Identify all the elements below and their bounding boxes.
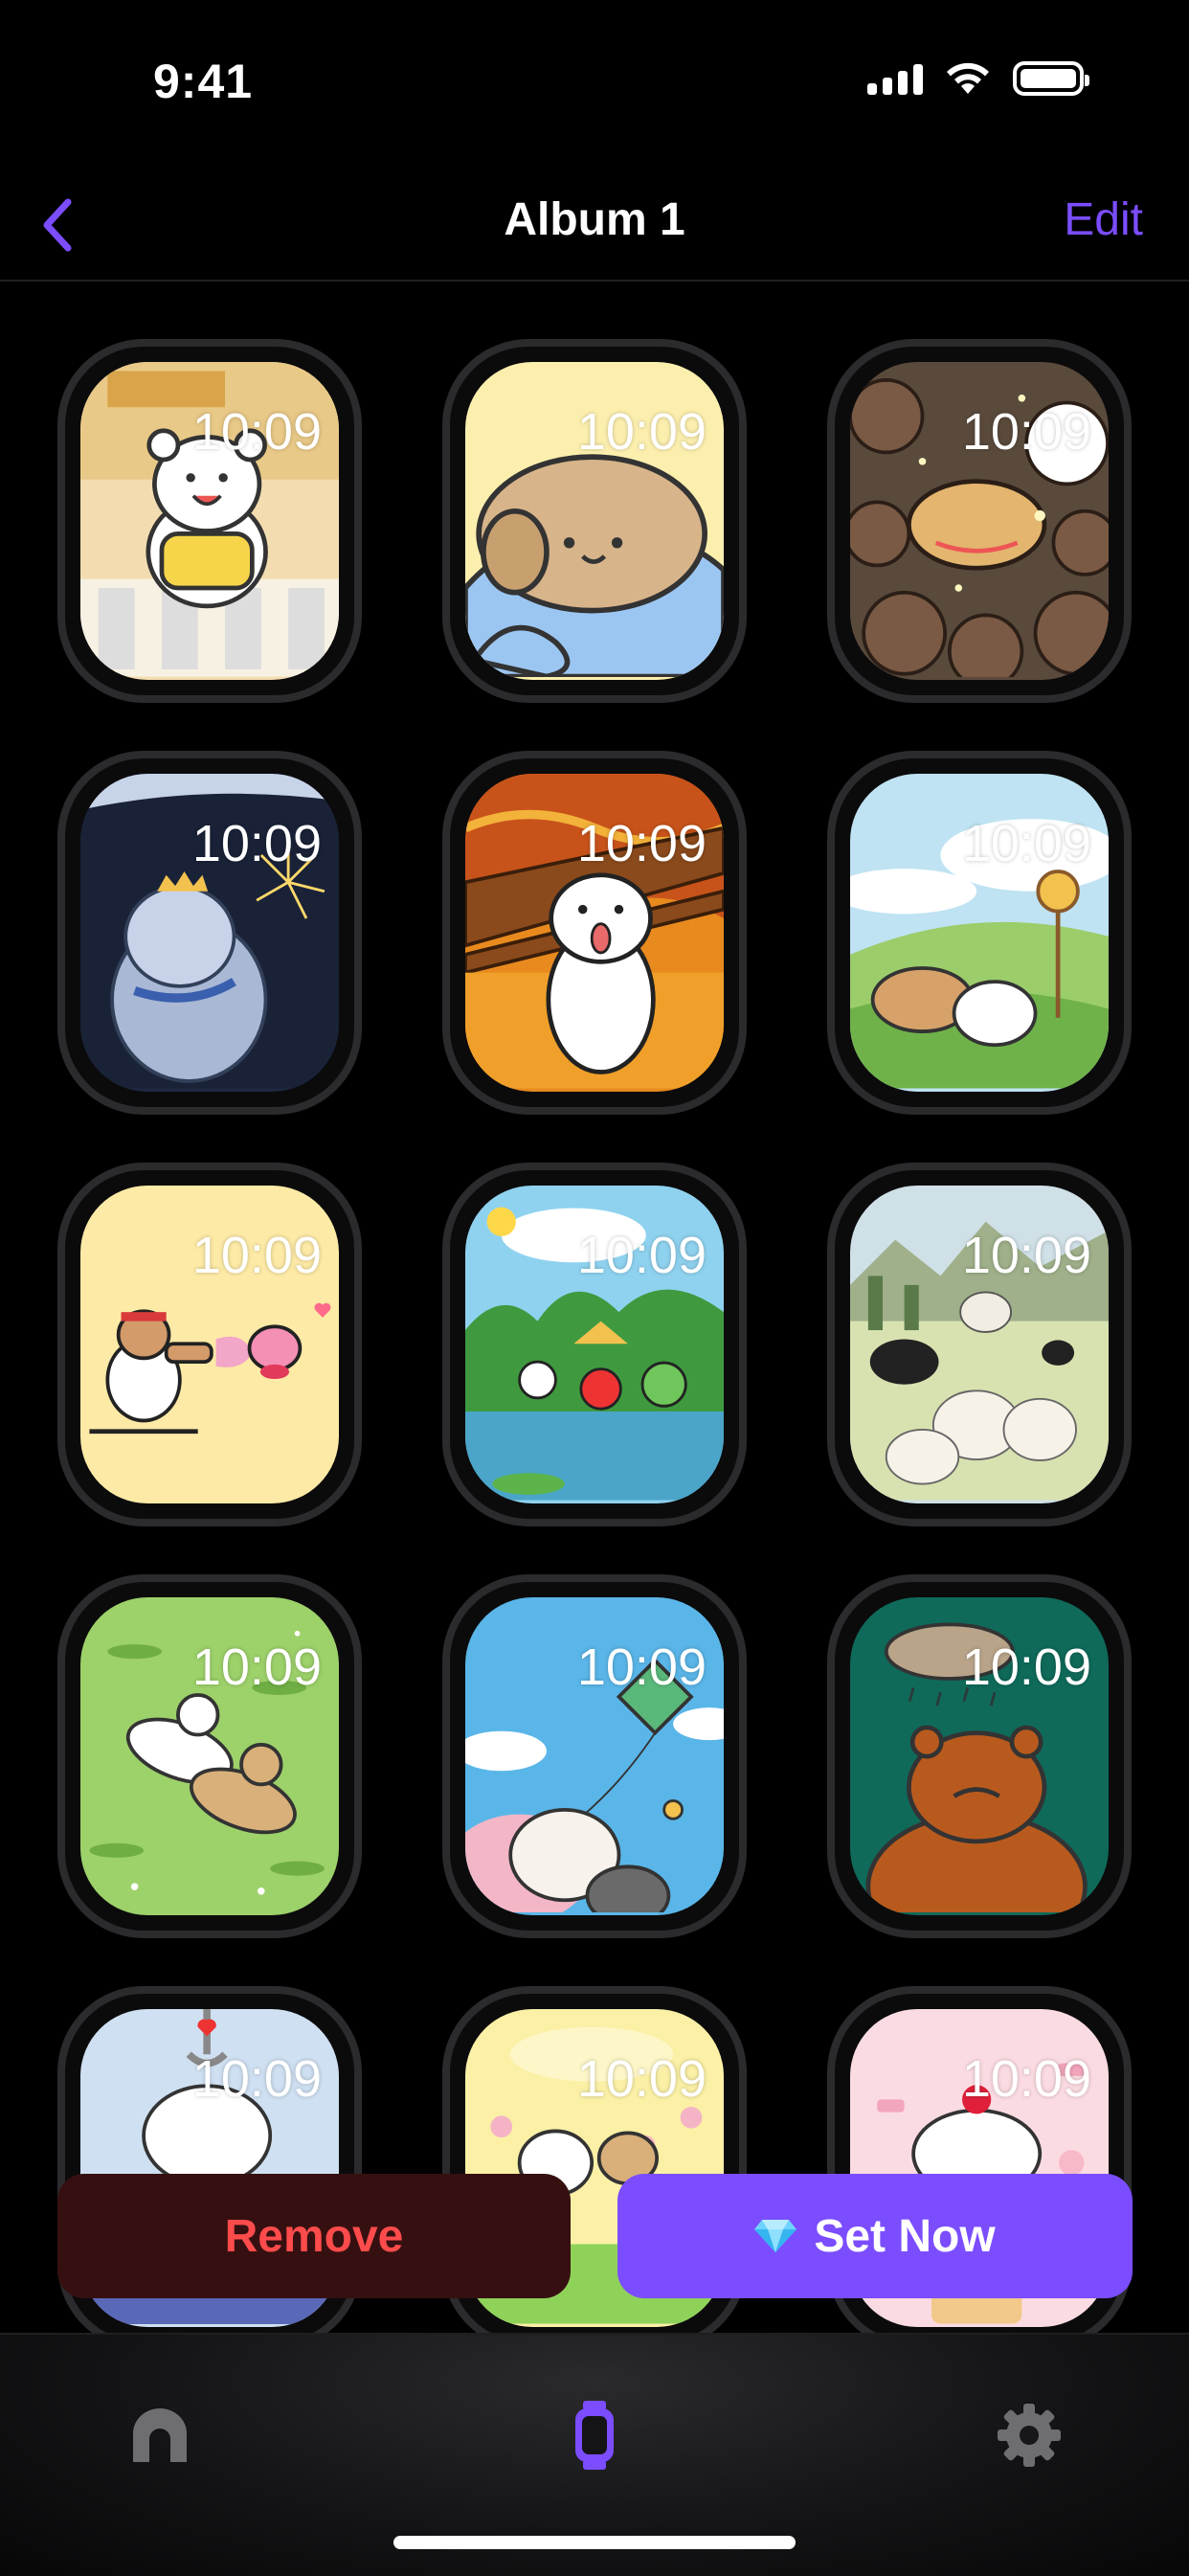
watch-time-label: 10:09 bbox=[191, 1227, 322, 1284]
watch-time-label: 10:09 bbox=[961, 403, 1091, 461]
watch-time-label: 10:09 bbox=[576, 403, 707, 461]
tab-settings[interactable] bbox=[986, 2392, 1072, 2478]
watch-time-label: 10:09 bbox=[191, 815, 322, 872]
watch-face-card[interactable]: 10:09 bbox=[442, 339, 747, 703]
watch-face-card[interactable]: 10:09 bbox=[827, 1163, 1132, 1526]
status-bar: 9:41 bbox=[0, 0, 1189, 163]
watch-face-card[interactable]: 10:09 bbox=[57, 751, 362, 1115]
tab-watch[interactable] bbox=[551, 2392, 638, 2478]
watch-face-preview: 10:09 bbox=[80, 774, 339, 1092]
watch-face-card[interactable]: 10:09 bbox=[442, 1574, 747, 1938]
watch-face-preview: 10:09 bbox=[465, 1597, 724, 1915]
watch-face-preview: 10:09 bbox=[850, 362, 1109, 680]
page-title: Album 1 bbox=[504, 194, 685, 245]
watch-time-label: 10:09 bbox=[961, 2050, 1091, 2108]
status-icons bbox=[867, 61, 1089, 96]
watch-face-preview: 10:09 bbox=[850, 1186, 1109, 1503]
set-now-button[interactable]: Set Now bbox=[617, 2174, 1133, 2298]
status-time: 9:41 bbox=[153, 55, 254, 108]
watch-time-label: 10:09 bbox=[576, 1638, 707, 1696]
remove-button[interactable]: Remove bbox=[57, 2174, 571, 2298]
battery-icon bbox=[1013, 61, 1089, 96]
watch-face-card[interactable]: 10:09 bbox=[442, 751, 747, 1115]
nav-divider bbox=[0, 280, 1189, 282]
home-icon bbox=[133, 2408, 187, 2462]
watch-face-card[interactable]: 10:09 bbox=[827, 339, 1132, 703]
diamond-icon bbox=[754, 2220, 797, 2252]
watch-time-label: 10:09 bbox=[961, 1227, 1091, 1284]
set-now-label: Set Now bbox=[814, 2210, 996, 2262]
watch-time-label: 10:09 bbox=[191, 403, 322, 461]
edit-button[interactable]: Edit bbox=[1064, 193, 1143, 246]
watch-face-preview: 10:09 bbox=[80, 362, 339, 680]
watch-time-label: 10:09 bbox=[191, 1638, 322, 1696]
watch-face-preview: 10:09 bbox=[465, 362, 724, 680]
watch-face-preview: 10:09 bbox=[465, 1186, 724, 1503]
watch-time-label: 10:09 bbox=[961, 815, 1091, 872]
nav-bar: Album 1 Edit bbox=[0, 172, 1189, 278]
watch-time-label: 10:09 bbox=[191, 2050, 322, 2108]
gear-icon bbox=[998, 2404, 1061, 2467]
watch-time-label: 10:09 bbox=[576, 1227, 707, 1284]
watch-face-card[interactable]: 10:09 bbox=[442, 1163, 747, 1526]
watch-time-label: 10:09 bbox=[576, 815, 707, 872]
home-indicator bbox=[393, 2536, 796, 2549]
watch-face-preview: 10:09 bbox=[80, 1597, 339, 1915]
wifi-icon bbox=[947, 62, 989, 94]
watch-face-preview: 10:09 bbox=[80, 1186, 339, 1503]
watch-time-label: 10:09 bbox=[576, 2050, 707, 2108]
cellular-signal-icon bbox=[867, 62, 923, 95]
watch-face-card[interactable]: 10:09 bbox=[57, 1574, 362, 1938]
watch-face-card[interactable]: 10:09 bbox=[57, 1163, 362, 1526]
watch-face-card[interactable]: 10:09 bbox=[827, 1574, 1132, 1938]
watch-face-preview: 10:09 bbox=[850, 774, 1109, 1092]
watch-icon bbox=[575, 2401, 614, 2470]
watch-face-preview: 10:09 bbox=[465, 774, 724, 1092]
tab-home[interactable] bbox=[117, 2392, 203, 2478]
watch-face-card[interactable]: 10:09 bbox=[827, 751, 1132, 1115]
watch-time-label: 10:09 bbox=[961, 1638, 1091, 1696]
watch-face-preview: 10:09 bbox=[850, 1597, 1109, 1915]
watch-face-card[interactable]: 10:09 bbox=[57, 339, 362, 703]
